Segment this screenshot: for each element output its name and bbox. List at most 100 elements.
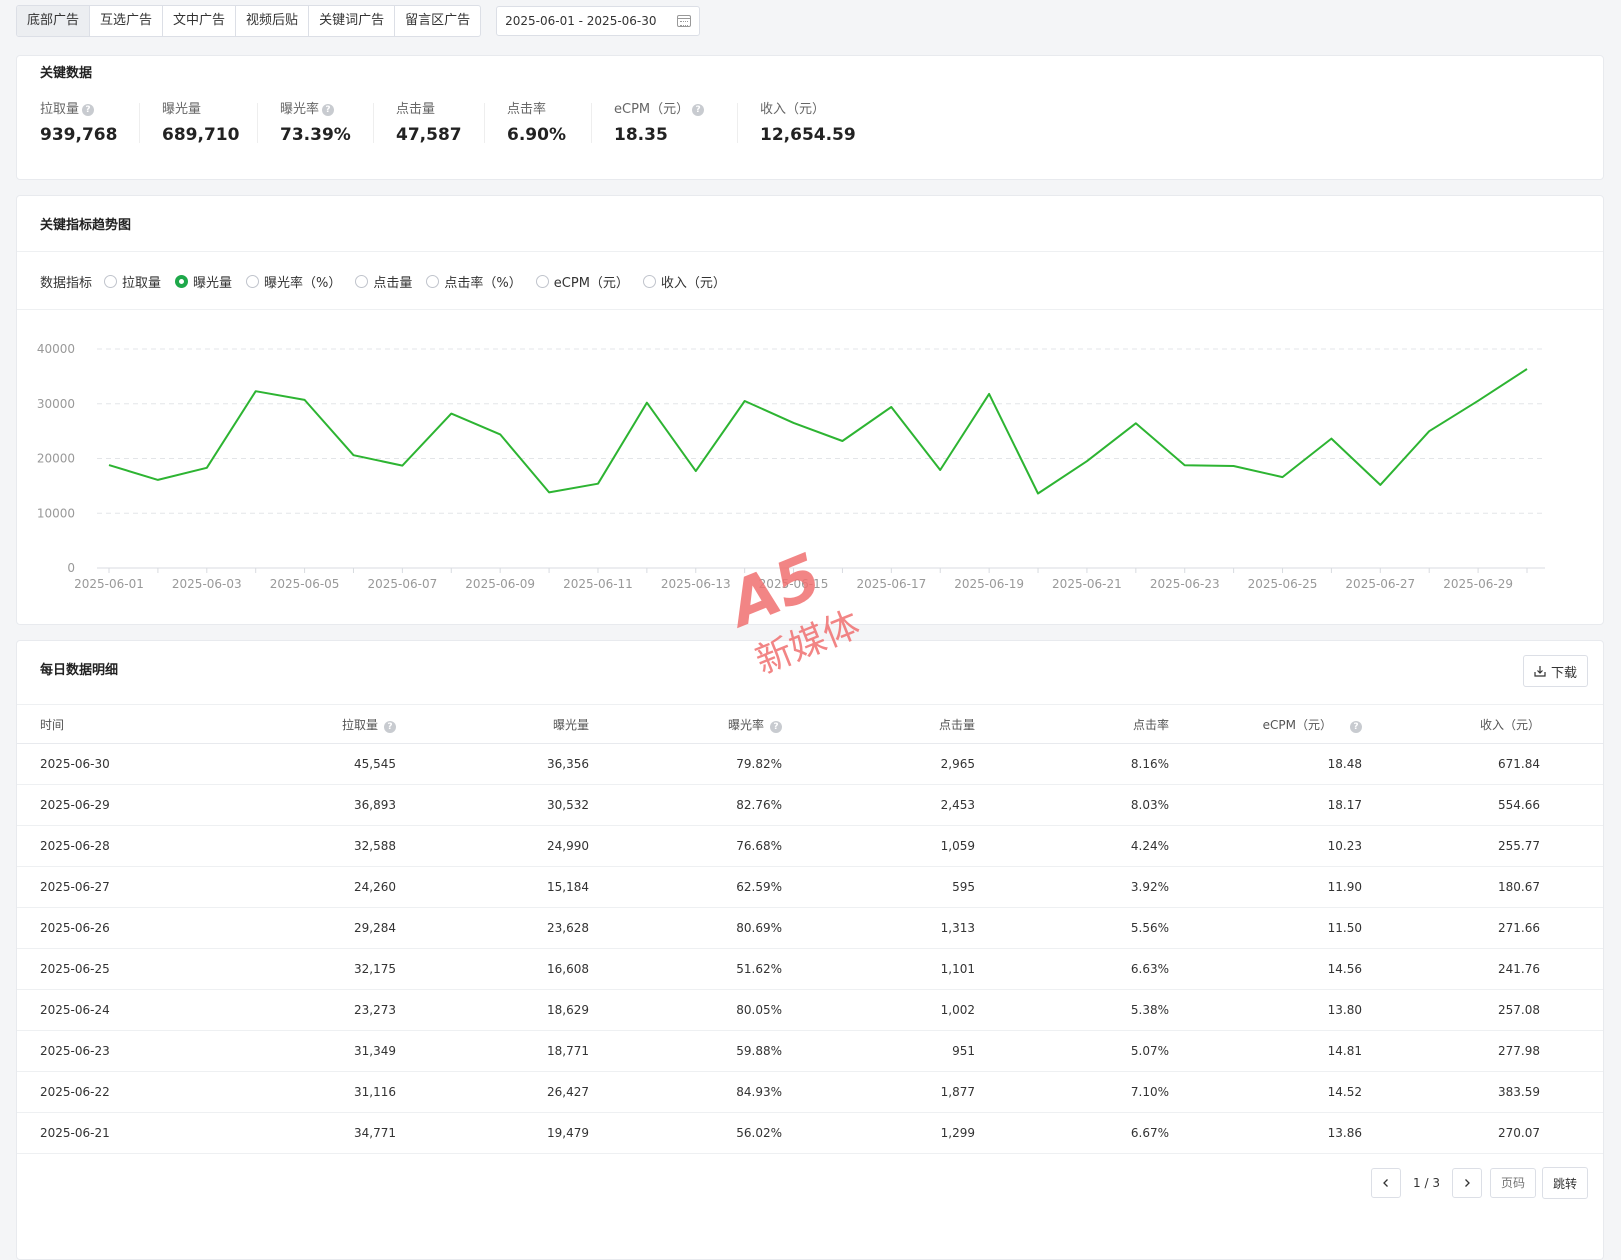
table-cell-spacer xyxy=(1540,1112,1603,1154)
table-cell-spacer xyxy=(1540,948,1603,990)
column-header-label: 点击率 xyxy=(1132,717,1169,732)
table-cell: 82.76% xyxy=(589,784,782,826)
metric-exposure-rate: 曝光率? 73.39% xyxy=(257,101,373,145)
radio-dot xyxy=(175,275,189,288)
table-cell: 80.05% xyxy=(589,989,782,1031)
table-cell: 383.59 xyxy=(1362,1071,1540,1113)
metrics-row: 拉取量? 939,768 曝光量 689,710 曝光率? 73.39% 点击量… xyxy=(17,101,877,145)
table-cell: 2,453 xyxy=(782,784,975,826)
tab-video-post-ad[interactable]: 视频后贴 xyxy=(235,6,308,36)
page-number-input[interactable] xyxy=(1489,1168,1536,1198)
radio-clicks[interactable]: 点击量 xyxy=(355,272,412,291)
tab-in-article-ad[interactable]: 文中广告 xyxy=(162,6,235,36)
metric-label: 点击量 xyxy=(396,102,436,117)
key-data-card: 关键数据 拉取量? 939,768 曝光量 689,710 曝光率? 73.39… xyxy=(16,55,1604,180)
table-cell: 30,532 xyxy=(396,784,589,826)
column-header: 曝光率? xyxy=(589,704,782,744)
help-icon[interactable]: ? xyxy=(1350,720,1362,733)
radio-dot xyxy=(104,275,118,288)
x-tick-label: 2025-06-23 xyxy=(1150,577,1220,591)
table-cell: 84.93% xyxy=(589,1071,782,1113)
help-icon[interactable]: ? xyxy=(322,104,335,116)
table-cell: 255.77 xyxy=(1362,825,1540,867)
tab-bottom-ad[interactable]: 底部广告 xyxy=(17,6,90,36)
column-header: 点击量 xyxy=(782,704,975,744)
download-button[interactable]: 下载 xyxy=(1522,655,1588,687)
table-cell: 76.68% xyxy=(589,825,782,867)
daily-data-card: 每日数据明细 下载 时间 拉取量? 曝光量 曝光率? 点击量 点击率 eCPM（… xyxy=(16,640,1604,1260)
table-cell: 5.38% xyxy=(975,989,1169,1031)
radio-revenue[interactable]: 收入（元） xyxy=(642,272,726,291)
radio-exposure-rate[interactable]: 曝光率（%） xyxy=(246,272,341,291)
radio-ctr[interactable]: 点击率（%） xyxy=(426,272,522,291)
calendar-icon xyxy=(677,15,692,27)
table-cell: 29,284 xyxy=(210,907,396,949)
table-cell: 2025-06-24 xyxy=(17,989,210,1031)
table-cell: 1,299 xyxy=(782,1112,975,1154)
x-tick-label: 2025-06-07 xyxy=(368,577,438,591)
help-icon[interactable]: ? xyxy=(384,720,396,733)
help-icon[interactable]: ? xyxy=(82,104,95,116)
table-cell: 16,608 xyxy=(396,948,589,990)
table-cell: 79.82% xyxy=(589,743,782,785)
table-cell: 62.59% xyxy=(589,866,782,908)
tab-comment-ad[interactable]: 留言区广告 xyxy=(394,6,480,36)
x-tick-label: 2025-06-25 xyxy=(1248,577,1318,591)
table-cell: 241.76 xyxy=(1362,948,1540,990)
date-range-text: 2025-06-01 - 2025-06-30 xyxy=(505,14,657,28)
table-cell: 36,356 xyxy=(396,743,589,785)
next-page-button[interactable] xyxy=(1451,1168,1482,1198)
column-spacer xyxy=(1540,704,1603,744)
radio-label: 曝光量 xyxy=(193,276,233,291)
table-cell: 18.17 xyxy=(1169,784,1362,826)
radio-dot xyxy=(642,275,656,288)
table-row: 2025-06-29 36,893 30,532 82.76% 2,453 8.03% 18… xyxy=(17,784,1603,826)
table-row: 2025-06-23 31,349 18,771 59.88% 951 5.07% 14.8… xyxy=(17,1030,1603,1072)
table-cell: 3.92% xyxy=(975,866,1169,908)
column-header: 点击率 xyxy=(975,704,1169,744)
x-tick-label: 2025-06-27 xyxy=(1345,577,1415,591)
tab-mutual-ad[interactable]: 互选广告 xyxy=(89,6,162,36)
table-cell: 23,273 xyxy=(210,989,396,1031)
table-cell: 2025-06-28 xyxy=(17,825,210,867)
table-cell: 180.67 xyxy=(1362,866,1540,908)
table-cell: 59.88% xyxy=(589,1030,782,1072)
indicator-selector: 数据指标 拉取量 曝光量 曝光率（%） 点击量 点击率（%） eCPM（元） 收… xyxy=(40,272,740,291)
table-cell: 4.24% xyxy=(975,825,1169,867)
x-tick-label: 2025-06-11 xyxy=(563,577,633,591)
date-range-picker[interactable]: 2025-06-01 - 2025-06-30 xyxy=(496,6,701,36)
x-tick-label: 2025-06-19 xyxy=(954,577,1024,591)
table-cell: 32,588 xyxy=(210,825,396,867)
indicator-label: 数据指标 xyxy=(40,276,93,291)
help-icon[interactable]: ? xyxy=(770,720,782,733)
trend-card: 关键指标趋势图 数据指标 拉取量 曝光量 曝光率（%） 点击量 点击率（%） e… xyxy=(16,195,1604,625)
tab-keyword-ad[interactable]: 关键词广告 xyxy=(308,6,394,36)
table-cell: 2025-06-21 xyxy=(17,1112,210,1154)
ad-type-tabs: 底部广告 互选广告 文中广告 视频后贴 关键词广告 留言区广告 xyxy=(16,5,482,37)
table-cell: 2025-06-22 xyxy=(17,1071,210,1113)
metric-label: 收入（元） xyxy=(760,102,826,117)
help-icon[interactable]: ? xyxy=(692,104,705,116)
metric-label: 曝光率 xyxy=(280,102,320,117)
prev-page-button[interactable] xyxy=(1371,1168,1402,1198)
x-tick-label: 2025-06-15 xyxy=(759,577,829,591)
metric-ecpm: eCPM（元）? 18.35 xyxy=(591,101,737,145)
radio-pull[interactable]: 拉取量 xyxy=(104,272,161,291)
table-cell: 270.07 xyxy=(1362,1112,1540,1154)
table-cell: 595 xyxy=(782,866,975,908)
radio-exposure[interactable]: 曝光量 xyxy=(175,272,232,291)
metric-value: 939,768 xyxy=(40,125,118,145)
jump-button[interactable]: 跳转 xyxy=(1541,1167,1588,1199)
column-header: eCPM（元）? xyxy=(1169,704,1362,744)
table-cell: 13.86 xyxy=(1169,1112,1362,1154)
table-cell: 24,260 xyxy=(210,866,396,908)
table-cell: 554.66 xyxy=(1362,784,1540,826)
table-cell: 951 xyxy=(782,1030,975,1072)
table-cell: 14.52 xyxy=(1169,1071,1362,1113)
radio-dot xyxy=(246,275,260,288)
metric-clicks: 点击量 47,587 xyxy=(373,101,484,145)
trend-chart: 0 10000 20000 30000 40000 2025-06-01 2025-06-0… xyxy=(37,342,1545,591)
radio-ecpm[interactable]: eCPM（元） xyxy=(535,272,629,291)
table-cell: 31,349 xyxy=(210,1030,396,1072)
table-cell: 2025-06-26 xyxy=(17,907,210,949)
